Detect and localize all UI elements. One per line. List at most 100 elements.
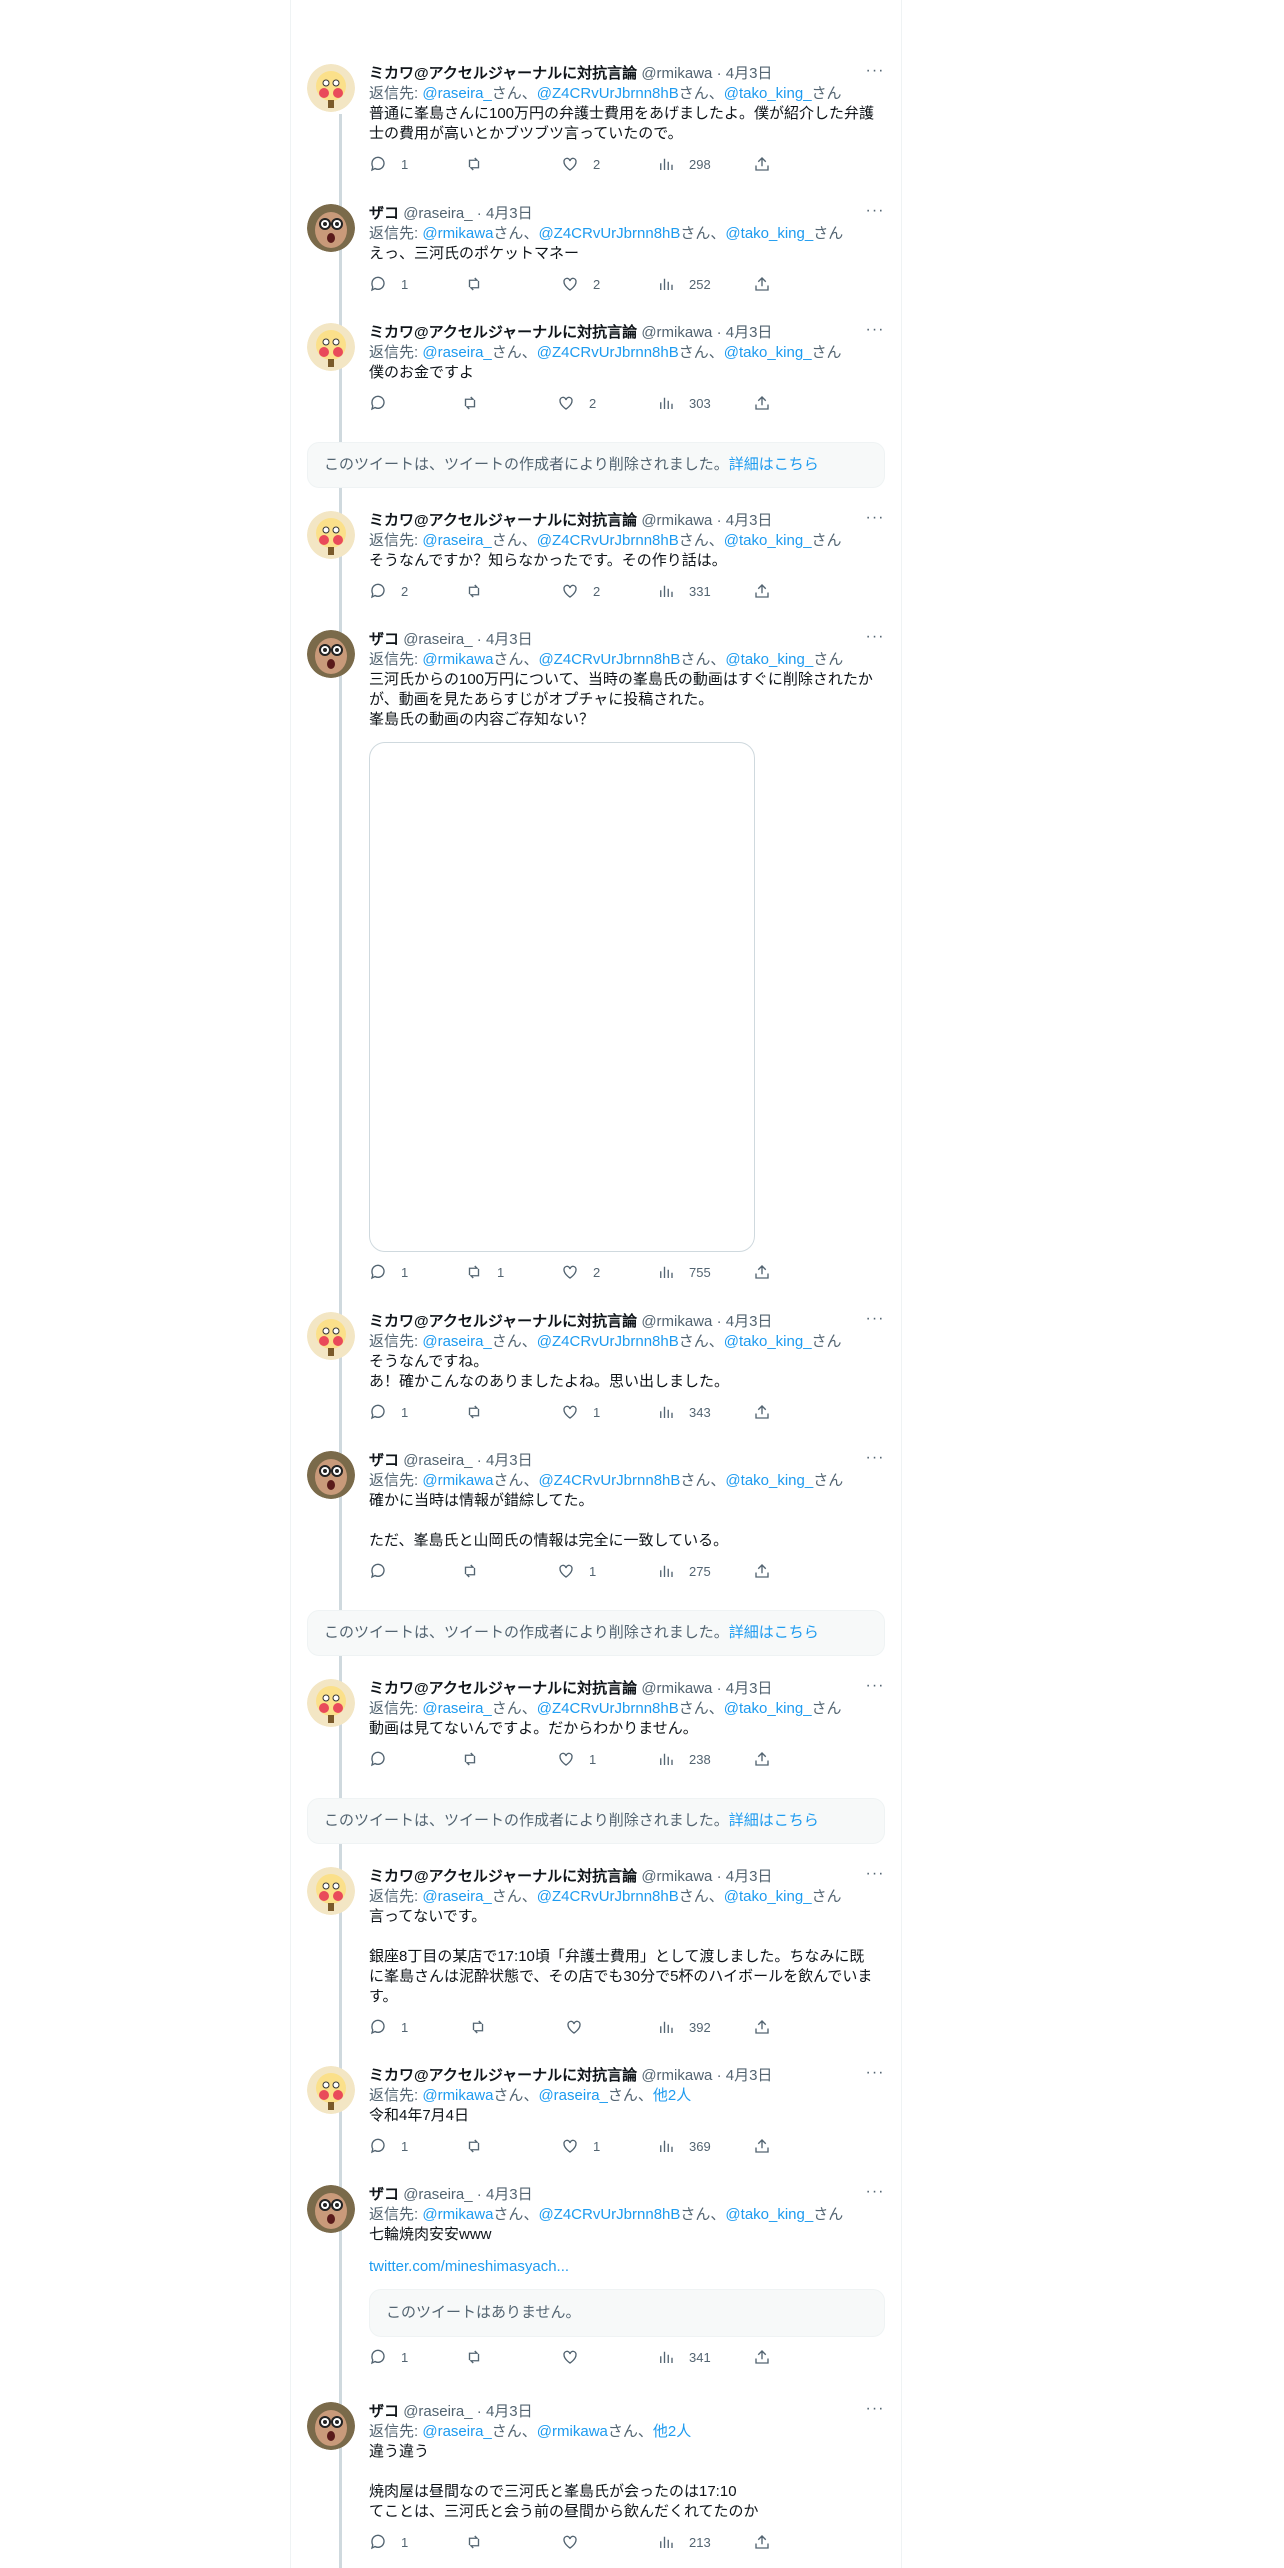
retweet-button[interactable] [461, 1749, 493, 1769]
retweet-button[interactable] [465, 2347, 497, 2367]
retweet-button[interactable] [465, 1402, 497, 1422]
retweet-button[interactable] [465, 2532, 497, 2552]
user-handle[interactable]: @rmikawa [641, 1680, 712, 1697]
more-options-icon[interactable]: ··· [865, 629, 885, 650]
mention-link[interactable]: @Z4CRvUrJbrnn8hB [538, 651, 680, 668]
mention-others-link[interactable]: 他2人 [653, 2087, 691, 2104]
like-button[interactable]: 2 [561, 154, 600, 174]
user-handle[interactable]: @rmikawa [641, 512, 712, 529]
like-button[interactable] [565, 2017, 597, 2037]
display-name[interactable]: ミカワ@アクセルジャーナルに対抗言論 [369, 324, 637, 341]
retweet-button[interactable]: 1 [465, 1262, 504, 1282]
views-button[interactable]: 343 [657, 1402, 711, 1422]
share-button[interactable] [753, 1262, 771, 1282]
reply-button[interactable]: 1 [369, 1262, 408, 1282]
mention-link[interactable]: @tako_king_ [725, 1472, 813, 1489]
mention-link[interactable]: @raseira_ [538, 2087, 607, 2104]
mention-others-link[interactable]: 他2人 [653, 2423, 691, 2440]
retweet-button[interactable] [465, 154, 497, 174]
mention-link[interactable]: @raseira_ [422, 532, 491, 549]
reply-button[interactable] [369, 1749, 401, 1769]
mention-link[interactable]: @raseira_ [422, 1888, 491, 1905]
more-options-icon[interactable]: ··· [865, 1311, 885, 1332]
avatar[interactable] [307, 2402, 355, 2450]
mention-link[interactable]: @Z4CRvUrJbrnn8hB [537, 1888, 679, 1905]
more-options-icon[interactable]: ··· [865, 2184, 885, 2205]
mention-link[interactable]: @tako_king_ [725, 2206, 813, 2223]
views-button[interactable]: 252 [657, 274, 711, 294]
share-button[interactable] [753, 2347, 771, 2367]
like-button[interactable]: 2 [561, 274, 600, 294]
like-button[interactable]: 1 [557, 1749, 596, 1769]
share-button[interactable] [753, 393, 771, 413]
user-handle[interactable]: @raseira_ [403, 205, 472, 222]
display-name[interactable]: ザコ [369, 2186, 399, 2203]
more-options-icon[interactable]: ··· [865, 1866, 885, 1887]
retweet-button[interactable] [465, 581, 497, 601]
more-options-icon[interactable]: ··· [865, 203, 885, 224]
more-options-icon[interactable]: ··· [865, 63, 885, 84]
user-handle[interactable]: @rmikawa [641, 1868, 712, 1885]
retweet-button[interactable] [469, 2017, 501, 2037]
more-options-icon[interactable]: ··· [865, 2401, 885, 2422]
tweet-date[interactable]: 4月3日 [726, 1313, 773, 1330]
views-button[interactable]: 275 [657, 1561, 711, 1581]
mention-link[interactable]: @Z4CRvUrJbrnn8hB [538, 1472, 680, 1489]
like-button[interactable] [561, 2347, 593, 2367]
more-options-icon[interactable]: ··· [865, 510, 885, 531]
tweet-date[interactable]: 4月3日 [486, 205, 533, 222]
mention-link[interactable]: @tako_king_ [724, 532, 812, 549]
retweet-button[interactable] [465, 2136, 497, 2156]
mention-link[interactable]: @Z4CRvUrJbrnn8hB [537, 532, 679, 549]
like-button[interactable]: 2 [561, 1262, 600, 1282]
reply-button[interactable]: 1 [369, 2136, 408, 2156]
share-button[interactable] [753, 2532, 771, 2552]
avatar[interactable] [307, 1312, 355, 1360]
views-button[interactable]: 238 [657, 1749, 711, 1769]
reply-button[interactable]: 1 [369, 2347, 408, 2367]
more-options-icon[interactable]: ··· [865, 2065, 885, 2086]
views-button[interactable]: 392 [657, 2017, 711, 2037]
mention-link[interactable]: @tako_king_ [724, 1888, 812, 1905]
mention-link[interactable]: @rmikawa [537, 2423, 608, 2440]
share-button[interactable] [753, 1402, 771, 1422]
display-name[interactable]: ミカワ@アクセルジャーナルに対抗言論 [369, 2067, 637, 2084]
mention-link[interactable]: @tako_king_ [725, 225, 813, 242]
retweet-button[interactable] [461, 1561, 493, 1581]
share-button[interactable] [753, 2136, 771, 2156]
views-button[interactable]: 755 [657, 1262, 711, 1282]
display-name[interactable]: ミカワ@アクセルジャーナルに対抗言論 [369, 512, 637, 529]
share-button[interactable] [753, 274, 771, 294]
tweet-date[interactable]: 4月3日 [726, 1680, 773, 1697]
mention-link[interactable]: @Z4CRvUrJbrnn8hB [537, 85, 679, 102]
views-button[interactable]: 213 [657, 2532, 711, 2552]
views-button[interactable]: 341 [657, 2347, 711, 2367]
mention-link[interactable]: @tako_king_ [724, 85, 812, 102]
avatar[interactable] [307, 1451, 355, 1499]
tweet-date[interactable]: 4月3日 [726, 2067, 773, 2084]
reply-button[interactable] [369, 393, 401, 413]
mention-link[interactable]: @rmikawa [422, 651, 493, 668]
user-handle[interactable]: @raseira_ [403, 2403, 472, 2420]
display-name[interactable]: ザコ [369, 205, 399, 222]
mention-link[interactable]: @raseira_ [422, 85, 491, 102]
mention-link[interactable]: @raseira_ [422, 1700, 491, 1717]
mention-link[interactable]: @Z4CRvUrJbrnn8hB [537, 1333, 679, 1350]
avatar[interactable] [307, 1679, 355, 1727]
avatar[interactable] [307, 323, 355, 371]
display-name[interactable]: ザコ [369, 2403, 399, 2420]
avatar[interactable] [307, 64, 355, 112]
learn-more-link[interactable]: 詳細はこちら [729, 456, 819, 473]
avatar[interactable] [307, 511, 355, 559]
reply-button[interactable]: 1 [369, 2017, 408, 2037]
user-handle[interactable]: @rmikawa [641, 324, 712, 341]
mention-link[interactable]: @Z4CRvUrJbrnn8hB [537, 344, 679, 361]
share-button[interactable] [753, 581, 771, 601]
mention-link[interactable]: @rmikawa [422, 1472, 493, 1489]
reply-button[interactable]: 2 [369, 581, 408, 601]
mention-link[interactable]: @rmikawa [422, 2206, 493, 2223]
mention-link[interactable]: @tako_king_ [725, 651, 813, 668]
share-button[interactable] [753, 154, 771, 174]
like-button[interactable]: 2 [557, 393, 596, 413]
more-options-icon[interactable]: ··· [865, 322, 885, 343]
